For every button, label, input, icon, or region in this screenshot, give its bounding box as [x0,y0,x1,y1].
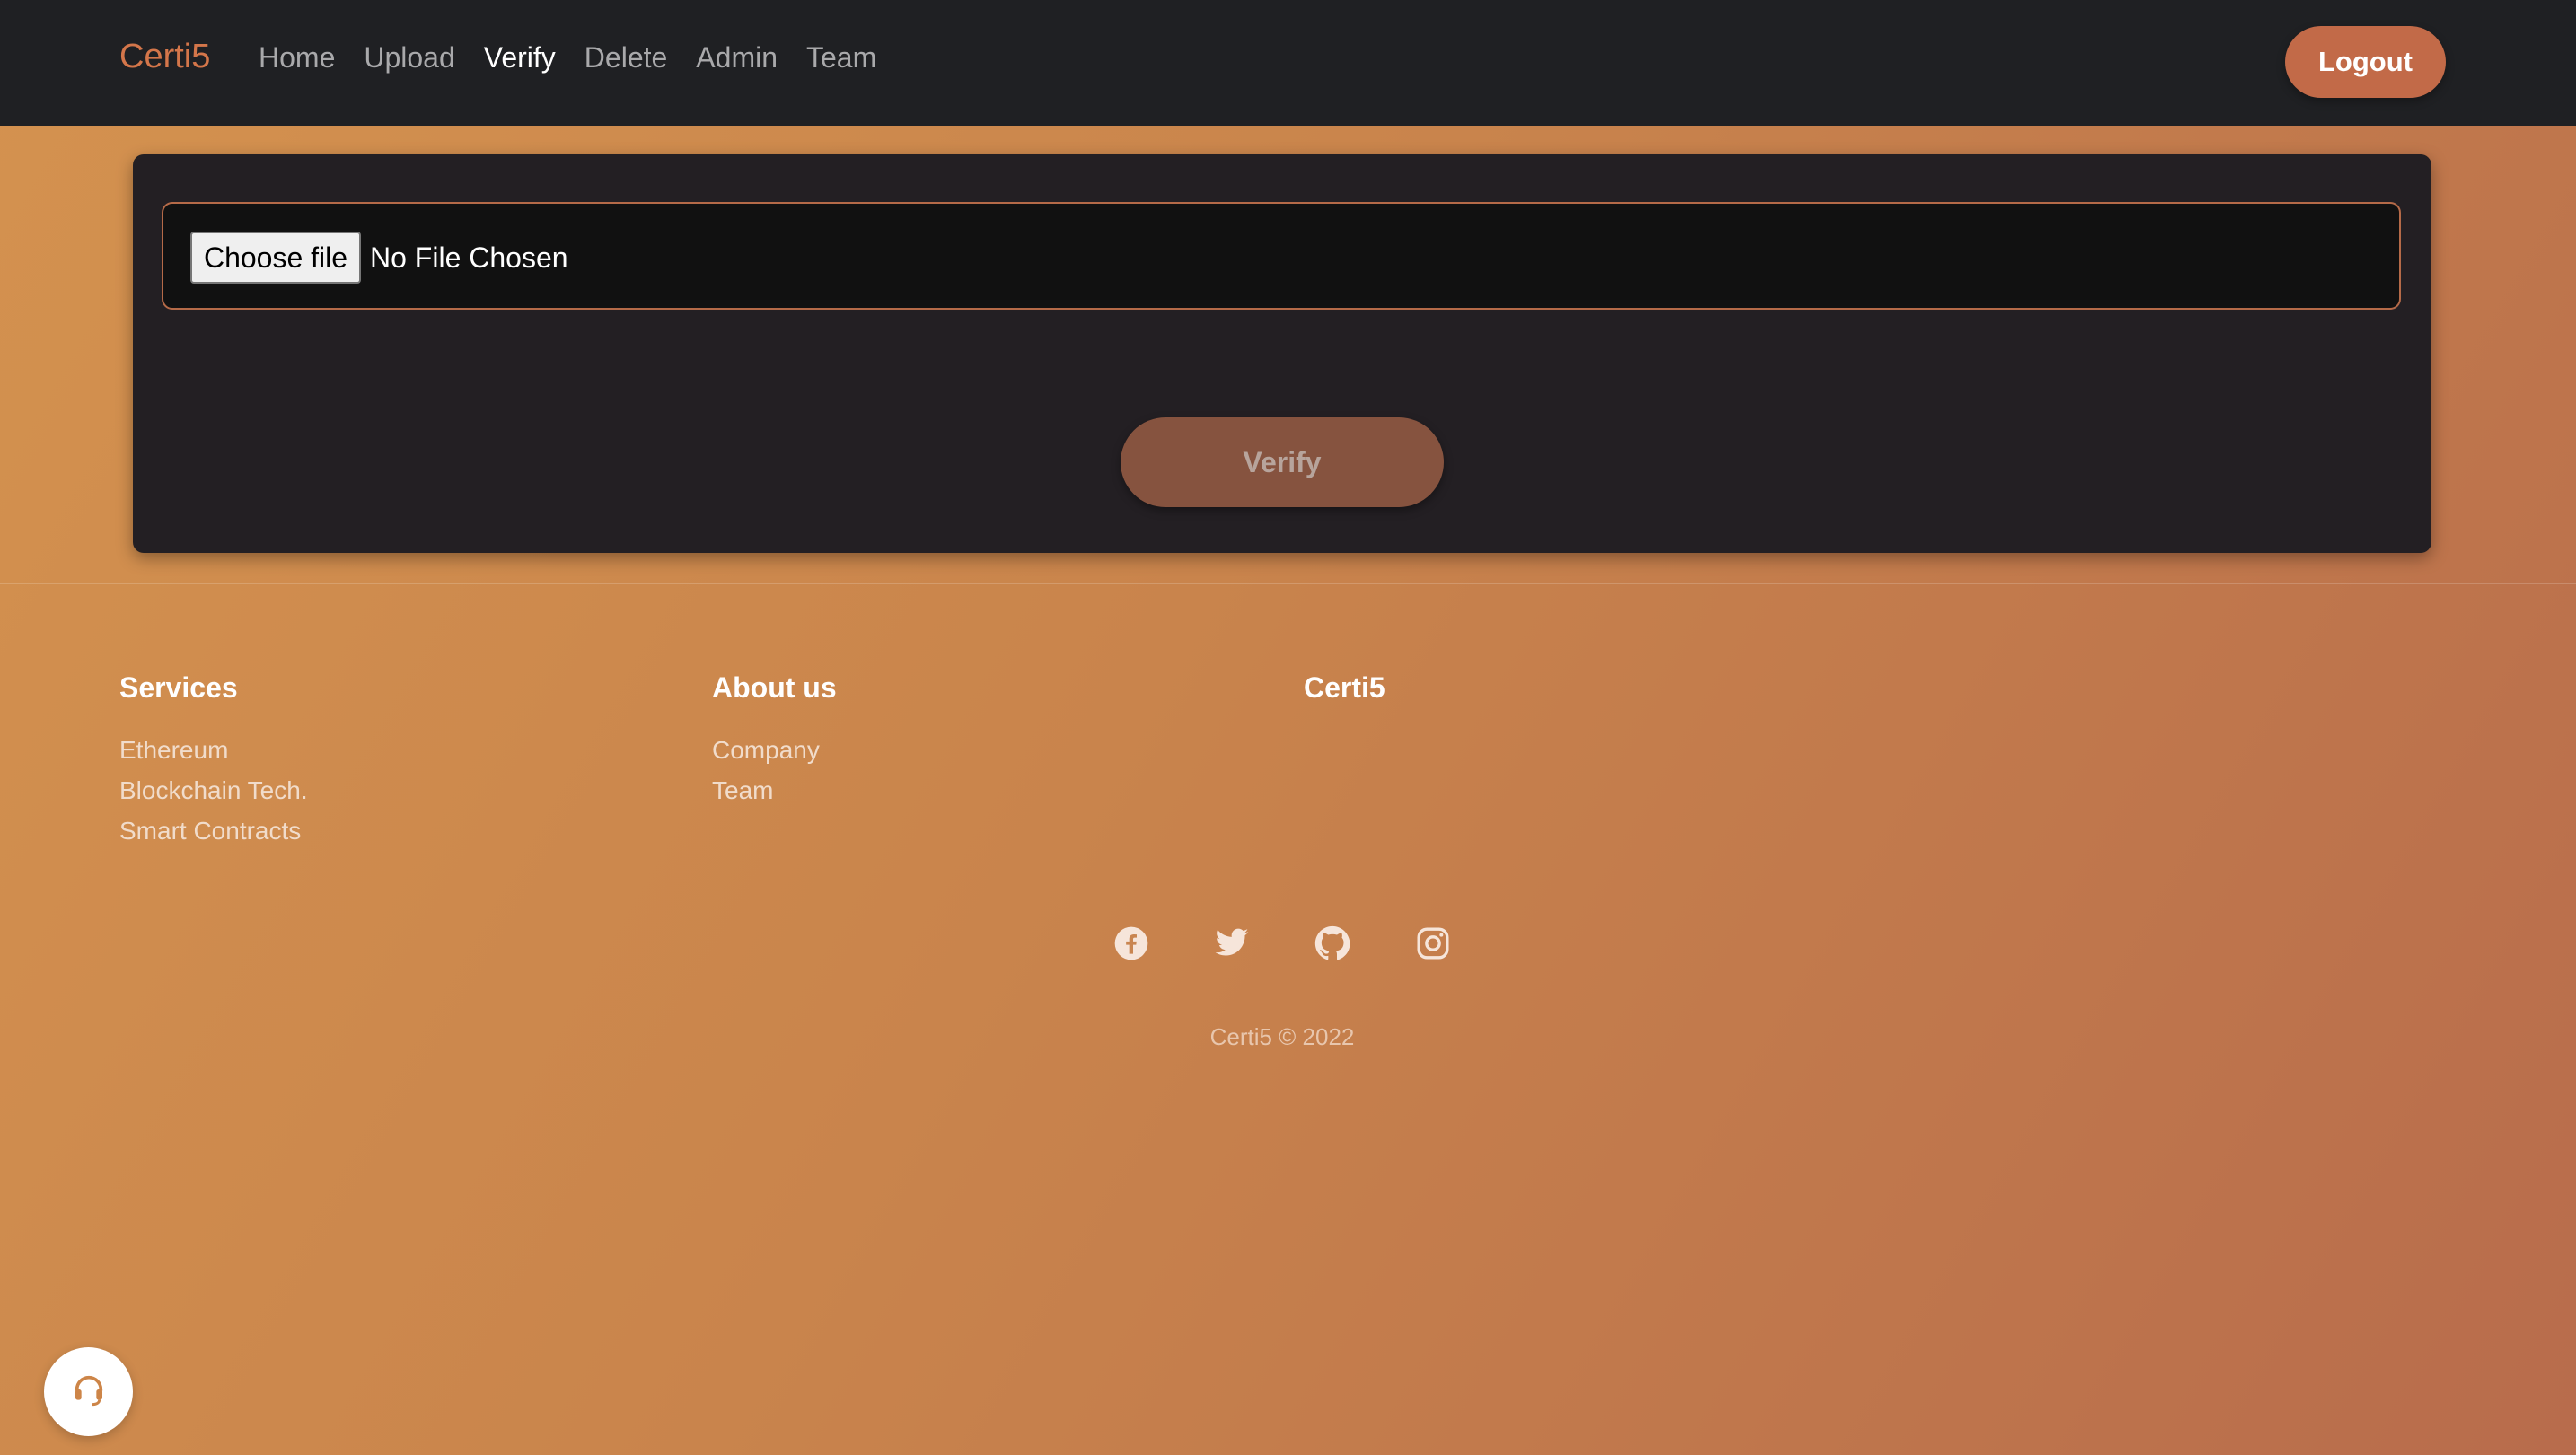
footer-brand: Certi5 [1304,671,1385,730]
nav-links: Home Upload Verify Delete Admin Team [259,41,876,75]
twitter-icon[interactable] [1214,924,1250,963]
footer-brand-heading: Certi5 [1304,671,1385,704]
social-links [1113,924,1451,963]
copyright-text: Certi5 © 2022 [1209,1023,1355,1050]
footer-divider [0,583,2576,584]
footer-link-company[interactable]: Company [712,730,837,770]
file-status-text: No File Chosen [370,241,568,274]
choose-file-button[interactable]: Choose file [190,232,361,284]
nav-link-team[interactable]: Team [806,41,876,75]
services-heading: Services [119,671,238,704]
footer-services: Services Ethereum Blockchain Tech. Smart… [119,671,308,851]
about-heading: About us [712,671,837,704]
nav-link-admin[interactable]: Admin [696,41,778,75]
facebook-icon[interactable] [1113,924,1149,963]
nav-link-home[interactable]: Home [259,41,335,75]
verify-button[interactable]: Verify [1121,417,1444,507]
headset-icon [71,1372,107,1412]
nav-link-verify[interactable]: Verify [484,41,556,75]
logout-button[interactable]: Logout [2285,26,2446,98]
footer-link-ethereum[interactable]: Ethereum [119,730,308,770]
footer-about: About us Company Team [712,671,837,811]
footer-link-blockchain[interactable]: Blockchain Tech. [119,770,308,811]
support-chat-button[interactable] [44,1347,133,1436]
verify-card: Choose file No File Chosen Verify [133,154,2431,553]
footer-link-team[interactable]: Team [712,770,837,811]
instagram-icon[interactable] [1415,924,1451,963]
footer-link-smart-contracts[interactable]: Smart Contracts [119,811,308,851]
nav-link-upload[interactable]: Upload [364,41,454,75]
github-icon[interactable] [1314,924,1350,963]
file-input[interactable]: Choose file No File Chosen [162,202,2401,310]
navbar: Certi5 Home Upload Verify Delete Admin T… [0,0,2576,126]
brand-logo[interactable]: Certi5 [119,38,210,76]
nav-link-delete[interactable]: Delete [585,41,668,75]
